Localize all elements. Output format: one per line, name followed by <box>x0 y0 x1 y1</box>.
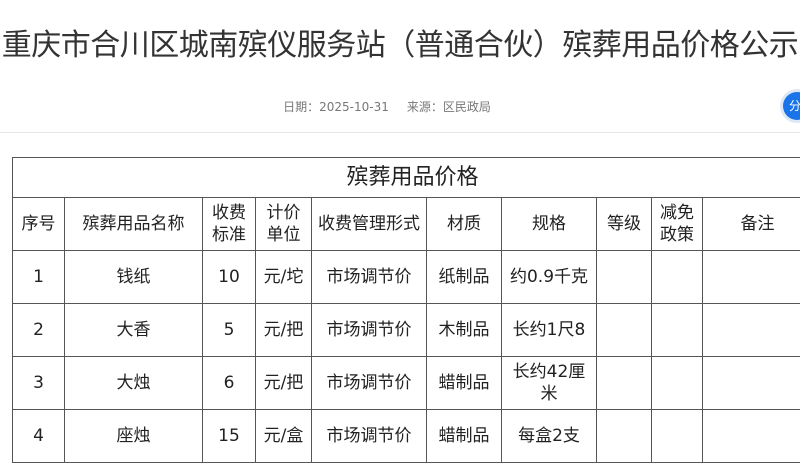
cell-item-name: 大烛 <box>64 356 203 410</box>
table-row: 2 大香 5 元/把 市场调节价 木制品 长约1尺8 <box>12 303 800 357</box>
cell-grade <box>596 250 652 304</box>
table-caption: 殡葬用品价格 <box>11 157 800 198</box>
header-cell-grade: 等级 <box>596 197 652 251</box>
table-row: 4 座烛 15 元/盒 市场调节价 蜡制品 每盒2支 <box>12 409 800 463</box>
cell-grade <box>596 409 652 463</box>
cell-spec: 每盒2支 <box>501 409 597 463</box>
cell-pricing-type: 市场调节价 <box>311 250 427 304</box>
article-source: 来源：区民政局 <box>406 100 491 114</box>
cell-unit: 元/把 <box>255 303 312 357</box>
cell-exemption <box>651 356 703 410</box>
cell-fee: 15 <box>202 409 256 463</box>
cell-item-name: 大香 <box>64 303 203 357</box>
cell-item-name: 钱纸 <box>64 250 203 304</box>
cell-pricing-type: 市场调节价 <box>311 356 427 410</box>
cell-fee: 5 <box>202 303 256 357</box>
cell-index: 2 <box>12 303 65 357</box>
cell-material: 纸制品 <box>426 250 502 304</box>
cell-material: 木制品 <box>426 303 502 357</box>
share-icon: 分享 <box>789 99 800 113</box>
cell-index: 1 <box>12 250 65 304</box>
cell-spec: 长约42厘米 <box>501 356 597 410</box>
cell-spec: 长约1尺8 <box>501 303 597 357</box>
cell-item-name: 座烛 <box>64 409 203 463</box>
header-cell-material: 材质 <box>426 197 502 251</box>
table-row: 3 大烛 6 元/把 市场调节价 蜡制品 长约42厘米 <box>12 356 800 410</box>
cell-unit: 元/坨 <box>255 250 312 304</box>
cell-remarks <box>701 303 800 357</box>
cell-fee: 6 <box>202 356 256 410</box>
header-cell-index: 序号 <box>12 197 65 251</box>
cell-index: 4 <box>12 409 65 463</box>
page-title: 重庆市合川区城南殡仪服务站（普通合伙）殡葬用品价格公示 <box>1 28 799 63</box>
publish-date: 日期：2025-10-31 <box>283 100 389 114</box>
cell-remarks <box>701 250 800 304</box>
cell-exemption <box>651 409 703 463</box>
cell-fee: 10 <box>202 250 256 304</box>
header-divider <box>0 132 800 133</box>
cell-grade <box>596 303 652 357</box>
header-cell-unit: 计价单位 <box>255 197 312 251</box>
cell-grade <box>596 356 652 410</box>
header-cell-item-name: 殡葬用品名称 <box>64 197 203 251</box>
cell-index: 3 <box>12 356 65 410</box>
cell-material: 蜡制品 <box>426 409 502 463</box>
cell-pricing-type: 市场调节价 <box>311 409 427 463</box>
table-header-row: 序号 殡葬用品名称 收费标准 计价单位 收费管理形式 材质 规格 等级 减免政策… <box>12 197 800 251</box>
cell-exemption <box>651 303 703 357</box>
cell-material: 蜡制品 <box>426 356 502 410</box>
header-cell-remarks: 备注 <box>701 197 800 251</box>
header-cell-pricing-type: 收费管理形式 <box>311 197 427 251</box>
cell-exemption <box>651 250 703 304</box>
header-cell-spec: 规格 <box>501 197 597 251</box>
cell-remarks <box>701 409 800 463</box>
header-cell-fee: 收费标准 <box>202 197 256 251</box>
cell-spec: 约0.9千克 <box>501 250 597 304</box>
table-row: 1 钱纸 10 元/坨 市场调节价 纸制品 约0.9千克 <box>12 250 800 304</box>
table-caption-row: 殡葬用品价格 <box>11 157 800 198</box>
cell-pricing-type: 市场调节价 <box>311 303 427 357</box>
article-meta: 日期：2025-10-31 来源：区民政局 <box>0 99 774 115</box>
price-table: 殡葬用品价格 序号 殡葬用品名称 收费标准 计价单位 收费管理形式 材质 规格 … <box>11 157 800 463</box>
cell-unit: 元/盒 <box>255 409 312 463</box>
share-float-button[interactable]: 分享 <box>783 92 800 120</box>
header-cell-exemption: 减免政策 <box>651 197 703 251</box>
cell-unit: 元/把 <box>255 356 312 410</box>
cell-remarks <box>701 356 800 410</box>
